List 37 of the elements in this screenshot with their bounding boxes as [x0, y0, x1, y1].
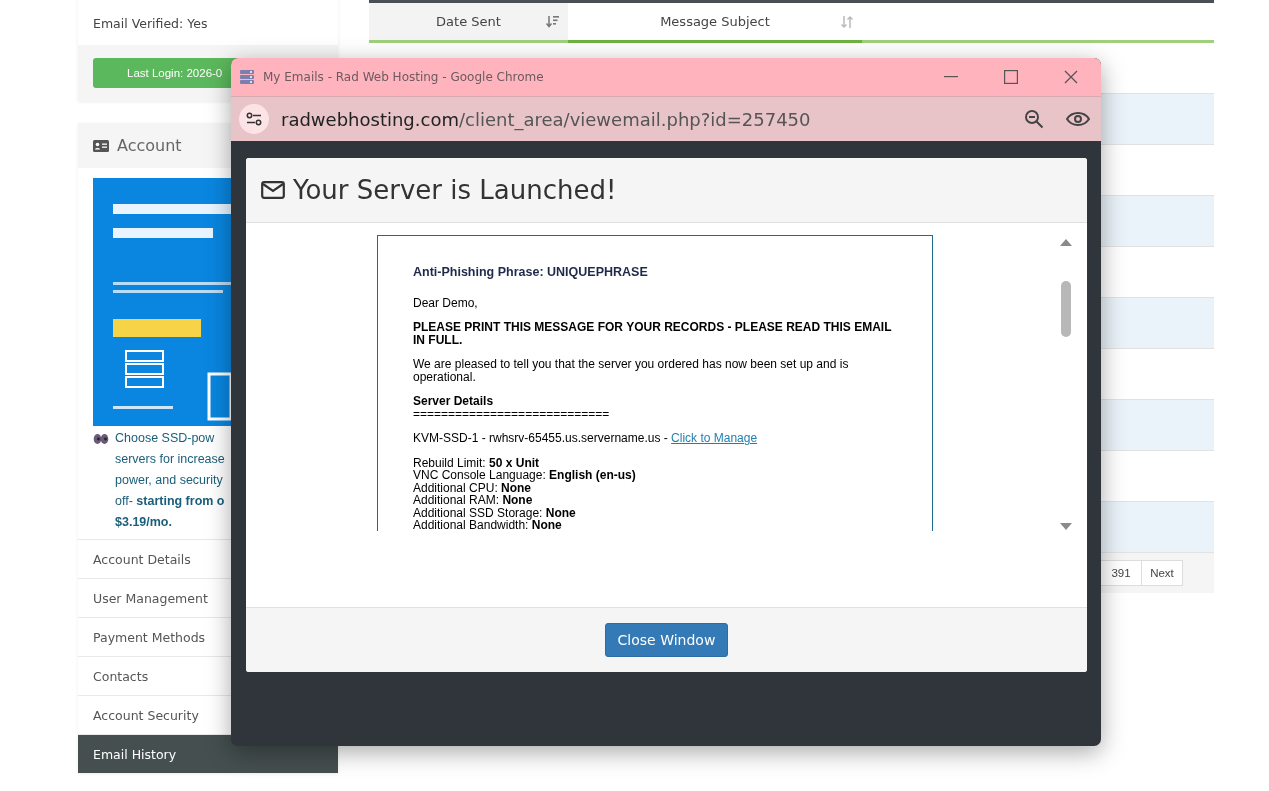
modal-title: Your Server is Launched! [293, 175, 617, 205]
maximize-icon [1004, 70, 1018, 84]
greeting-text: Dear Demo, [413, 296, 479, 309]
arrow-up-icon[interactable] [1059, 237, 1073, 247]
anti-phishing-text: Anti-Phishing Phrase: UNIQUEPHRASE [413, 266, 649, 279]
site-settings-button[interactable] [239, 104, 269, 134]
scrollbar[interactable] [1059, 237, 1073, 532]
promo-text: Choose SSD-pow servers for increase power, and security off- starting from o $3.19/mo. [115, 430, 225, 531]
detail-line: VNC Console Language: English (en-us) [413, 469, 637, 482]
detail-line: Additional CPU: None [413, 481, 532, 494]
detail-line: Additional Bandwidth: None [413, 519, 563, 531]
id-card-icon [93, 139, 109, 152]
sort-icon [546, 15, 560, 29]
detail-line: Additional SSD Storage: None [413, 506, 577, 519]
email-verified-text: Email Verified: Yes [92, 15, 209, 33]
close-window-button[interactable]: Close Window [604, 623, 729, 657]
scrollbar-thumb[interactable] [1061, 281, 1071, 337]
panel-title: Account [117, 136, 182, 155]
server-line: KVM-SSD-1 - rwhsrv-65455.us.servername.us - Click to Manage [413, 432, 759, 445]
sort-icon [840, 15, 854, 29]
section-title: Server Details [413, 395, 495, 408]
page-link[interactable]: Next [1141, 560, 1183, 586]
notice-text: PLEASE PRINT THIS MESSAGE FOR YOUR RECORDS - PLEASE READ THIS EMAIL IN FULL. [413, 321, 893, 346]
column-header[interactable]: Date Sent [369, 3, 568, 40]
close-icon [1064, 70, 1078, 84]
page-link[interactable]: 391 [1100, 560, 1142, 586]
manage-link[interactable]: Click to Manage [671, 431, 758, 445]
minimize-icon [944, 76, 958, 78]
detail-line: Rebuild Limit: 50 x Unit [413, 456, 541, 469]
envelope-icon [261, 181, 285, 199]
eyes-icon [93, 433, 109, 445]
separator-text: ============================ [413, 407, 611, 420]
sliders-icon [246, 112, 262, 126]
intro-text: We are pleased to tell you that the server you ordered has now been set up and is operational. [413, 358, 850, 383]
detail-line: Additional RAM: None [413, 494, 534, 507]
arrow-down-icon[interactable] [1059, 522, 1073, 532]
server-icon [239, 69, 255, 85]
